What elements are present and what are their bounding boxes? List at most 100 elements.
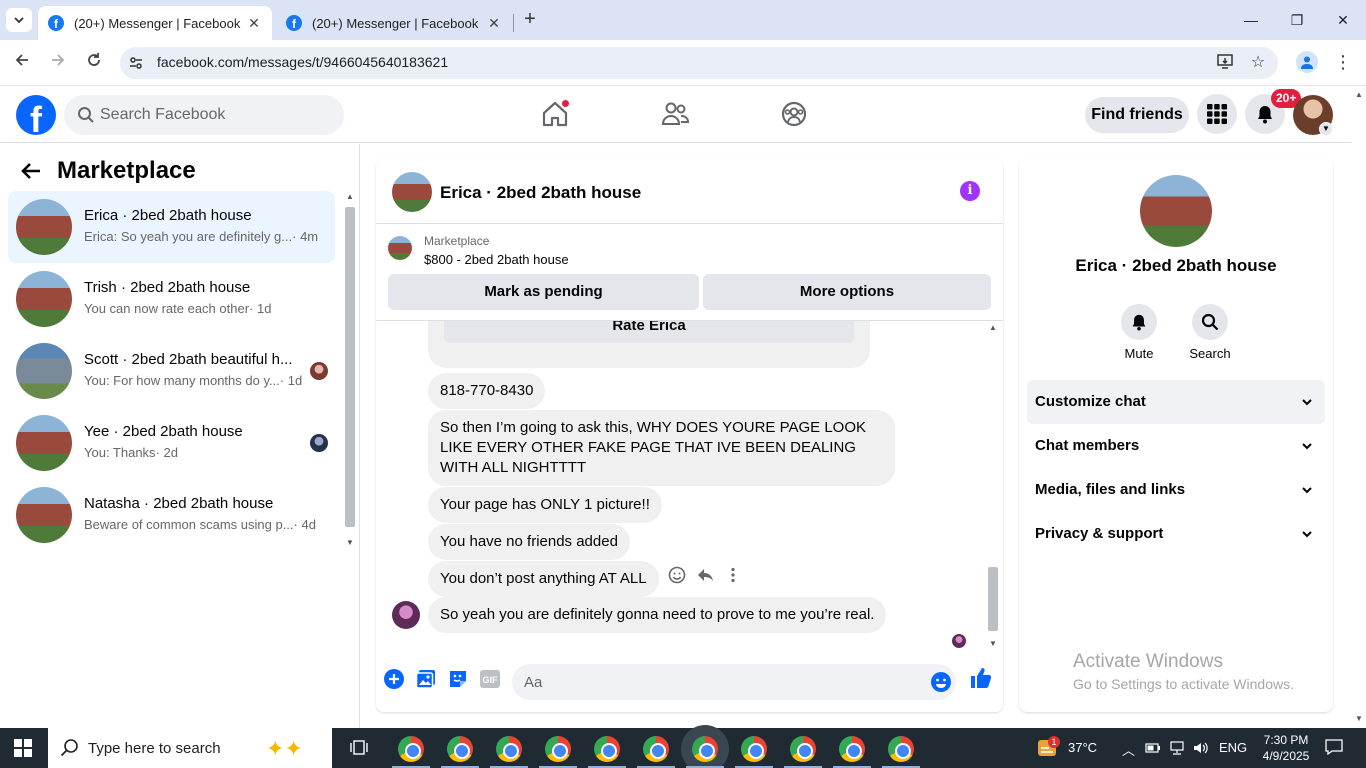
scroll-up-arrow[interactable]: ▲ — [988, 323, 998, 332]
privacy-support-section[interactable]: Privacy & support — [1027, 512, 1325, 556]
find-friends-button[interactable]: Find friends — [1085, 97, 1189, 133]
input-language[interactable]: ENG — [1219, 740, 1247, 755]
forward-button[interactable] — [46, 51, 70, 75]
message-input[interactable] — [524, 664, 914, 700]
listing-thumbnail[interactable] — [388, 236, 412, 260]
conversation-item[interactable]: Scott · 2bed 2bath beautiful h... You: Fo… — [8, 335, 335, 407]
listing-title[interactable]: $800 - 2bed 2bath house — [424, 252, 569, 267]
taskbar-browser-window[interactable] — [790, 736, 816, 762]
close-window-button[interactable]: ✕ — [1320, 8, 1366, 32]
scrollbar-thumb[interactable] — [988, 567, 998, 631]
scroll-down-arrow[interactable]: ▼ — [1354, 714, 1364, 723]
emoji-icon[interactable] — [930, 671, 952, 693]
gif-icon[interactable]: GIF — [479, 668, 501, 690]
mute-button[interactable]: Mute — [1109, 304, 1169, 361]
tab-search-button[interactable] — [6, 8, 32, 32]
menu-grid-button[interactable] — [1197, 94, 1237, 134]
message-bubble[interactable]: 818-770-8430 — [428, 373, 546, 409]
thumbs-up-icon[interactable] — [969, 666, 993, 690]
browser-menu-button[interactable]: ⋮ — [1334, 51, 1352, 75]
rate-user-button[interactable]: Rate Erica — [444, 321, 854, 343]
battery-icon[interactable] — [1145, 741, 1161, 755]
taskbar-browser-window[interactable] — [741, 736, 767, 762]
show-hidden-icons-icon[interactable]: ︿ — [1122, 740, 1135, 759]
temperature[interactable]: 37°C — [1068, 740, 1097, 755]
info-icon[interactable]: i — [960, 181, 980, 201]
search-conversation-button[interactable]: Search — [1180, 304, 1240, 361]
contact-avatar[interactable] — [1140, 175, 1212, 247]
close-icon[interactable]: ✕ — [242, 15, 266, 32]
media-files-links-section[interactable]: Media, files and links — [1027, 468, 1325, 512]
conversation-item[interactable]: Yee · 2bed 2bath house You: Thanks· 2d — [8, 407, 335, 479]
minimize-button[interactable]: — — [1228, 8, 1274, 32]
taskbar-browser-window[interactable] — [594, 736, 620, 762]
facebook-search[interactable] — [64, 95, 344, 135]
scroll-up-arrow[interactable]: ▲ — [1354, 90, 1364, 99]
volume-icon[interactable] — [1193, 741, 1209, 755]
chevron-down-icon[interactable]: ▼ — [1319, 122, 1333, 136]
nav-home[interactable] — [539, 98, 571, 130]
taskbar-search-placeholder[interactable]: Type here to search — [88, 740, 221, 757]
chat-title[interactable]: Erica · 2bed 2bath house — [440, 183, 641, 203]
back-button[interactable] — [10, 51, 34, 75]
message-bubble[interactable]: You don’t post anything AT ALL — [428, 561, 659, 597]
scrollbar-thumb[interactable] — [345, 207, 355, 527]
react-emoji-icon[interactable] — [668, 566, 686, 584]
reload-button[interactable] — [82, 51, 106, 75]
taskbar-browser-window[interactable] — [545, 736, 571, 762]
page-scrollbar[interactable]: ▲ ▼ — [1352, 86, 1366, 728]
taskbar-browser-window[interactable] — [398, 736, 424, 762]
new-tab-button[interactable]: + — [519, 8, 541, 32]
site-settings-icon[interactable] — [128, 55, 144, 71]
taskbar-search[interactable]: Type here to search ✦✦ — [48, 728, 332, 768]
back-arrow-icon[interactable] — [20, 160, 42, 189]
facebook-search-input[interactable] — [100, 95, 330, 135]
message-input-wrapper[interactable] — [512, 664, 956, 700]
chat-scrollbar[interactable]: ▲ ▼ — [986, 323, 1000, 651]
bookmark-star-icon[interactable]: ☆ — [1247, 52, 1269, 74]
install-app-icon[interactable] — [1214, 52, 1236, 74]
conversation-item[interactable]: Natasha · 2bed 2bath house Beware of comm… — [8, 479, 335, 551]
conversation-item[interactable]: Erica · 2bed 2bath house Erica: So yeah y… — [8, 191, 335, 263]
conversation-item[interactable]: Trish · 2bed 2bath house You can now rate… — [8, 263, 335, 335]
message-bubble[interactable]: So yeah you are definitely gonna need to… — [428, 597, 887, 633]
windows-start-icon[interactable] — [14, 739, 32, 757]
conversation-scrollbar[interactable]: ▲ ▼ — [343, 192, 357, 550]
network-icon[interactable] — [1169, 741, 1185, 755]
scroll-down-arrow[interactable]: ▼ — [345, 538, 355, 547]
scroll-up-arrow[interactable]: ▲ — [345, 192, 355, 201]
facebook-logo-icon[interactable]: f — [16, 95, 56, 135]
browser-tab-active[interactable]: f (20+) Messenger | Facebook ✕ — [38, 6, 272, 40]
taskbar-browser-window[interactable] — [888, 736, 914, 762]
sender-avatar[interactable] — [392, 601, 420, 629]
mark-as-pending-button[interactable]: Mark as pending — [388, 274, 699, 310]
browser-profile-button[interactable] — [1296, 51, 1318, 73]
sticker-icon[interactable] — [447, 668, 469, 690]
more-vertical-icon[interactable] — [724, 566, 742, 584]
taskbar-browser-window[interactable] — [447, 736, 473, 762]
taskbar-browser-window[interactable] — [692, 736, 718, 762]
restore-button[interactable]: ❐ — [1274, 8, 1320, 32]
chat-members-section[interactable]: Chat members — [1027, 424, 1325, 468]
nav-friends[interactable] — [659, 98, 691, 130]
contact-name[interactable]: Erica · 2bed 2bath house — [1019, 256, 1333, 276]
message-bubble[interactable]: So then I’m going to ask this, WHY DOES … — [428, 410, 895, 486]
scroll-down-arrow[interactable]: ▼ — [988, 639, 998, 648]
chat-avatar[interactable] — [392, 172, 432, 212]
more-options-button[interactable]: More options — [703, 274, 991, 310]
gallery-icon[interactable] — [415, 668, 437, 690]
notification-center-icon[interactable] — [1325, 739, 1343, 755]
plus-circle-icon[interactable] — [383, 668, 405, 690]
taskbar-browser-window[interactable] — [839, 736, 865, 762]
message-bubble[interactable]: You have no friends added — [428, 524, 630, 560]
taskbar-browser-window[interactable] — [643, 736, 669, 762]
url-text[interactable]: facebook.com/messages/t/9466045640183621 — [157, 54, 448, 70]
close-icon[interactable]: ✕ — [482, 15, 506, 32]
nav-groups[interactable] — [778, 98, 810, 130]
customize-chat-section[interactable]: Customize chat — [1027, 380, 1325, 424]
browser-tab[interactable]: f (20+) Messenger | Facebook ✕ — [276, 6, 512, 40]
task-view-icon[interactable] — [349, 738, 369, 758]
reply-icon[interactable] — [696, 566, 714, 584]
taskbar-browser-window[interactable] — [496, 736, 522, 762]
address-bar[interactable]: facebook.com/messages/t/9466045640183621… — [120, 47, 1278, 79]
